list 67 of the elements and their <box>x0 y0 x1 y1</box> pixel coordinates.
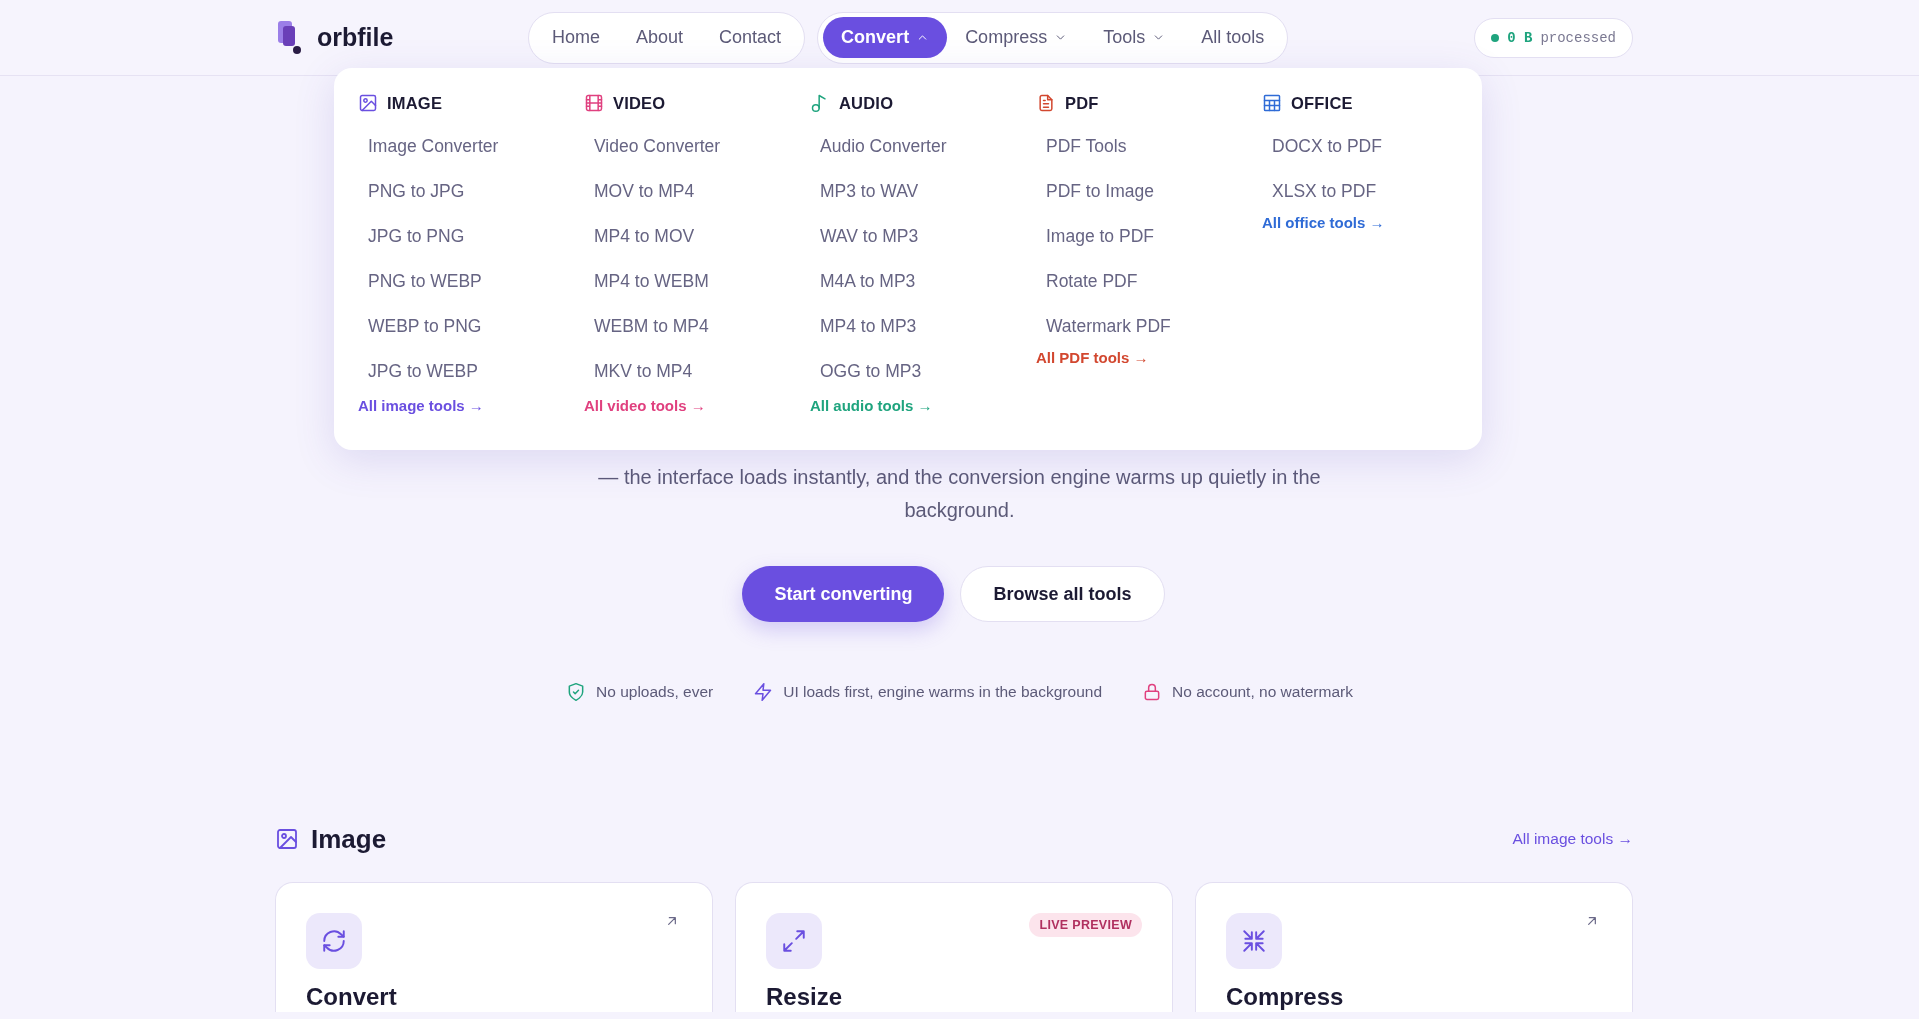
all-tools-link[interactable]: All image tools → <box>1512 830 1633 848</box>
menu-item[interactable]: MP4 to MOV <box>584 214 705 259</box>
category-link[interactable]: All image tools → <box>358 397 484 414</box>
menu-item[interactable]: Watermark PDF <box>1036 304 1181 349</box>
menu-item[interactable]: DOCX to PDF <box>1262 124 1392 169</box>
menu-item[interactable]: MP3 to WAV <box>810 169 929 214</box>
menu-item[interactable]: Image Converter <box>358 124 509 169</box>
nav-link[interactable]: Contact <box>701 17 800 58</box>
category-heading: IMAGE <box>387 93 443 113</box>
image-icon <box>275 827 299 851</box>
lightning-icon <box>753 682 774 702</box>
browse-button[interactable]: Browse all tools <box>960 566 1165 622</box>
start-button[interactable]: Start converting <box>742 566 945 622</box>
processed-label: processed <box>1540 29 1616 46</box>
feature-text: UI loads first, engine warms in the background <box>783 683 1102 701</box>
menu-item[interactable]: WEBM to MP4 <box>584 304 719 349</box>
nav-menu-button[interactable]: Compress <box>947 17 1086 58</box>
hero-description: — the interface loads instantly, and the conversion engine warms up quietly in the background. <box>597 465 1322 523</box>
nav-menu-button[interactable]: Convert <box>823 17 948 58</box>
menu-item[interactable]: PNG to WEBP <box>358 259 492 304</box>
lock-icon <box>1142 682 1162 702</box>
category-link[interactable]: All video tools → <box>584 397 706 414</box>
category-heading: PDF <box>1065 93 1099 113</box>
menu-item[interactable]: MOV to MP4 <box>584 169 705 214</box>
feature-text: No uploads, ever <box>596 683 714 701</box>
nav-link[interactable]: About <box>618 17 702 58</box>
card-title: Resize <box>766 983 844 1011</box>
category-heading: OFFICE <box>1291 93 1353 113</box>
category-link[interactable]: All office tools → <box>1262 214 1385 231</box>
category-link[interactable]: All audio tools → <box>810 397 933 414</box>
menu-item[interactable]: JPG to WEBP <box>358 349 488 394</box>
nav-menu-button[interactable]: All tools <box>1183 17 1283 58</box>
menu-item[interactable]: M4A to MP3 <box>810 259 926 304</box>
refresh-icon <box>321 928 347 954</box>
status-dot <box>1491 33 1500 42</box>
menu-item[interactable]: MP4 to MP3 <box>810 304 927 349</box>
menu-item[interactable]: XLSX to PDF <box>1262 169 1387 214</box>
menu-item[interactable]: JPG to PNG <box>358 214 475 259</box>
menu-item[interactable]: Audio Converter <box>810 124 957 169</box>
category-heading: AUDIO <box>839 93 894 113</box>
category-heading: VIDEO <box>613 93 666 113</box>
menu-item[interactable]: MKV to MP4 <box>584 349 703 394</box>
menu-item[interactable]: WAV to MP3 <box>810 214 929 259</box>
menu-item[interactable]: Rotate PDF <box>1036 259 1148 304</box>
category-link[interactable]: All PDF tools → <box>1036 349 1149 366</box>
menu-item[interactable]: PDF to Image <box>1036 169 1164 214</box>
expand-arrows-icon <box>781 928 807 954</box>
card-title: Compress <box>1226 983 1345 1011</box>
brand-name[interactable]: orbfile <box>317 23 394 52</box>
menu-item[interactable]: Video Converter <box>584 124 731 169</box>
live-preview-badge: LIVE PREVIEW <box>1029 913 1142 937</box>
menu-item[interactable]: Image to PDF <box>1036 214 1164 259</box>
tool-card[interactable]: Convert <box>275 882 713 1012</box>
compress-arrows-icon <box>1241 928 1267 954</box>
processed-amount: 0 B <box>1507 29 1533 46</box>
nav-menu-button[interactable]: Tools <box>1085 17 1184 58</box>
card-title: Convert <box>306 983 398 1011</box>
menu-item[interactable]: PDF Tools <box>1036 124 1137 169</box>
menu-item[interactable]: WEBP to PNG <box>358 304 492 349</box>
menu-item[interactable]: MP4 to WEBM <box>584 259 719 304</box>
tool-card[interactable]: Compress <box>1195 882 1633 1012</box>
feature-text: No account, no watermark <box>1172 683 1353 701</box>
nav-link[interactable]: Home <box>534 17 618 58</box>
menu-item[interactable]: OGG to MP3 <box>810 349 932 394</box>
tool-card[interactable]: Resize LIVE PREVIEW <box>735 882 1173 1012</box>
menu-item[interactable]: PNG to JPG <box>358 169 475 214</box>
section-title: Image <box>311 823 387 855</box>
